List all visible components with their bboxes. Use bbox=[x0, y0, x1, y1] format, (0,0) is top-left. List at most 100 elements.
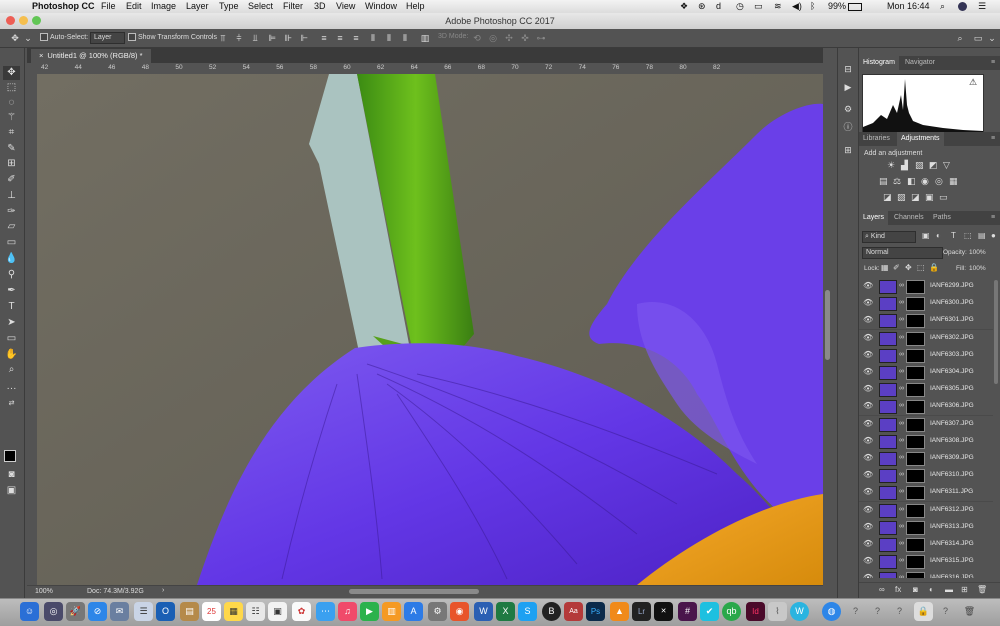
eye-icon[interactable]: 👁 bbox=[863, 298, 873, 307]
layer-name[interactable]: IANF6312.JPG bbox=[930, 506, 974, 513]
history-icon[interactable]: ⊟ bbox=[842, 62, 854, 76]
chain-link-icon[interactable]: ∞ bbox=[899, 557, 904, 564]
firefox-icon[interactable]: ◉ bbox=[450, 602, 469, 621]
3d-rotate-icon[interactable]: ⟲ bbox=[472, 31, 482, 45]
brightness-contrast-icon[interactable]: ☀ bbox=[887, 160, 895, 171]
distribute-right-icon[interactable]: ⦀ bbox=[400, 31, 410, 45]
battery-percent[interactable]: 99% bbox=[828, 1, 846, 11]
eye-icon[interactable]: 👁 bbox=[863, 281, 873, 290]
globe-folder-icon[interactable]: ◍ bbox=[822, 602, 841, 621]
distribute-bottom-icon[interactable]: ≡ bbox=[351, 31, 361, 45]
lock-artboard-icon[interactable]: ⬚ bbox=[917, 263, 925, 272]
healing-brush-tool-icon[interactable]: ⊞ bbox=[3, 157, 20, 171]
notification-center-icon[interactable]: ☰ bbox=[978, 1, 986, 12]
layer-row[interactable]: 👁 ∞ IANF6306.JPG bbox=[859, 398, 993, 417]
warning-icon[interactable]: ⚠ bbox=[969, 77, 977, 88]
quick-mask-icon[interactable]: ◙ bbox=[3, 468, 20, 482]
chain-link-icon[interactable]: ∞ bbox=[899, 574, 904, 578]
chain-link-icon[interactable]: ∞ bbox=[899, 351, 904, 358]
hand-tool-icon[interactable]: ✋ bbox=[3, 348, 20, 362]
layer-row[interactable]: 👁 ∞ IANF6304.JPG bbox=[859, 364, 993, 382]
filter-shape-icon[interactable]: ⬚ bbox=[964, 231, 972, 240]
eye-icon[interactable]: 👁 bbox=[863, 436, 873, 445]
levels-icon[interactable]: ▟ bbox=[901, 160, 908, 171]
dropbox-icon[interactable]: ❖ bbox=[680, 1, 688, 12]
layer-name[interactable]: IANF6310.JPG bbox=[930, 471, 974, 478]
brush-tool-icon[interactable]: ✐ bbox=[3, 173, 20, 187]
gradient-map-icon[interactable]: ▭ bbox=[939, 192, 948, 203]
preview-icon[interactable]: ▣ bbox=[268, 602, 287, 621]
trash-icon[interactable]: 🗑 bbox=[960, 602, 979, 621]
layer-mask-thumbnail[interactable] bbox=[906, 297, 925, 312]
facetime-icon[interactable]: ▶ bbox=[360, 602, 379, 621]
tab-paths[interactable]: Paths bbox=[929, 211, 955, 225]
fill-value[interactable]: 100% bbox=[969, 265, 986, 272]
filter-toggle-icon[interactable]: ● bbox=[991, 231, 996, 240]
tab-adjustments[interactable]: Adjustments bbox=[897, 132, 944, 146]
status-menu-arrow-icon[interactable]: › bbox=[162, 587, 164, 594]
eye-icon[interactable]: 👁 bbox=[863, 539, 873, 548]
layer-name[interactable]: IANF6302.JPG bbox=[930, 334, 974, 341]
vlc-icon[interactable]: ▲ bbox=[610, 602, 629, 621]
link-layers-icon[interactable]: ∞ bbox=[879, 585, 885, 594]
layer-row[interactable]: 👁 ∞ IANF6302.JPG bbox=[859, 329, 993, 348]
gradient-tool-icon[interactable]: ▭ bbox=[3, 236, 20, 250]
chevron-down-icon[interactable]: ⌄ bbox=[24, 31, 32, 45]
spotlight-icon[interactable]: ⌕ bbox=[940, 1, 945, 12]
tab-layers[interactable]: Layers bbox=[859, 211, 889, 225]
3d-roll-icon[interactable]: ◎ bbox=[488, 31, 498, 45]
layer-name[interactable]: IANF6306.JPG bbox=[930, 402, 974, 409]
new-adjustment-layer-icon[interactable]: ◐ bbox=[929, 585, 934, 594]
layer-name[interactable]: IANF6305.JPG bbox=[930, 385, 974, 392]
zoom-tool-icon[interactable]: ⌕ bbox=[3, 363, 20, 377]
keychain-icon[interactable]: 🔒 bbox=[914, 602, 933, 621]
lock-all-icon[interactable]: 🔒 bbox=[929, 263, 939, 272]
mail-icon[interactable]: ✉ bbox=[110, 602, 129, 621]
chain-link-icon[interactable]: ∞ bbox=[899, 299, 904, 306]
layer-row[interactable]: 👁 ∞ IANF6309.JPG bbox=[859, 450, 993, 468]
folder-stack-icon[interactable]: ⌇ bbox=[768, 602, 787, 621]
layer-row[interactable]: 👁 ∞ IANF6314.JPG bbox=[859, 536, 993, 554]
unknown-app-icon[interactable]: ? bbox=[936, 602, 955, 621]
layer-row[interactable]: 👁 ∞ IANF6299.JPG bbox=[859, 278, 993, 296]
align-right-icon[interactable]: ⊩ bbox=[299, 31, 309, 45]
layer-mask-thumbnail[interactable] bbox=[906, 503, 925, 518]
menu-view[interactable]: View bbox=[336, 1, 355, 11]
filter-adjustment-icon[interactable]: ◐ bbox=[936, 231, 941, 240]
clone-stamp-tool-icon[interactable]: ⊥ bbox=[3, 189, 20, 203]
layer-name[interactable]: IANF6303.JPG bbox=[930, 351, 974, 358]
new-layer-icon[interactable]: ⊞ bbox=[961, 585, 968, 594]
dashlane-icon[interactable]: d bbox=[716, 1, 721, 11]
move-tool-preset-icon[interactable]: ✥ bbox=[8, 31, 22, 45]
eye-icon[interactable]: 👁 bbox=[863, 453, 873, 462]
align-top-icon[interactable]: ⫪ bbox=[218, 31, 228, 45]
avatar[interactable] bbox=[958, 2, 967, 11]
chain-link-icon[interactable]: ∞ bbox=[899, 385, 904, 392]
layer-name[interactable]: IANF6315.JPG bbox=[930, 557, 974, 564]
wifi-icon[interactable]: ≋ bbox=[774, 1, 782, 12]
time-machine-icon[interactable]: ◷ bbox=[736, 1, 744, 12]
color-balance-icon[interactable]: ⚖ bbox=[893, 176, 901, 187]
app-menu[interactable]: Photoshop CC bbox=[32, 1, 95, 11]
eye-icon[interactable]: 👁 bbox=[863, 505, 873, 514]
layer-mask-thumbnail[interactable] bbox=[906, 486, 925, 501]
layer-mask-thumbnail[interactable] bbox=[906, 348, 925, 363]
layer-mask-thumbnail[interactable] bbox=[906, 331, 925, 346]
bluetooth-icon[interactable]: ᛒ bbox=[810, 1, 815, 11]
menu-help[interactable]: Help bbox=[406, 1, 425, 11]
menu-file[interactable]: File bbox=[101, 1, 116, 11]
curves-icon[interactable]: ▨ bbox=[915, 160, 924, 171]
layer-row[interactable]: 👁 ∞ IANF6308.JPG bbox=[859, 432, 993, 451]
align-left-icon[interactable]: ⊫ bbox=[267, 31, 277, 45]
3d-slide-icon[interactable]: ✜ bbox=[520, 31, 530, 45]
brush-presets-icon[interactable]: ⊞ bbox=[842, 143, 854, 157]
vertical-scrollbar[interactable] bbox=[825, 290, 830, 360]
add-mask-icon[interactable]: ◙ bbox=[913, 585, 918, 594]
layer-row[interactable]: 👁 ∞ IANF6305.JPG bbox=[859, 381, 993, 400]
layer-row[interactable]: 👁 ∞ IANF6307.JPG bbox=[859, 415, 993, 434]
bbedit-icon[interactable]: B bbox=[542, 602, 561, 621]
color-lookup-icon[interactable]: ▦ bbox=[949, 176, 958, 187]
chain-link-icon[interactable]: ∞ bbox=[899, 402, 904, 409]
layer-row[interactable]: 👁 ∞ IANF6310.JPG bbox=[859, 467, 993, 486]
chevron-down-icon[interactable]: ⌄ bbox=[988, 31, 996, 45]
